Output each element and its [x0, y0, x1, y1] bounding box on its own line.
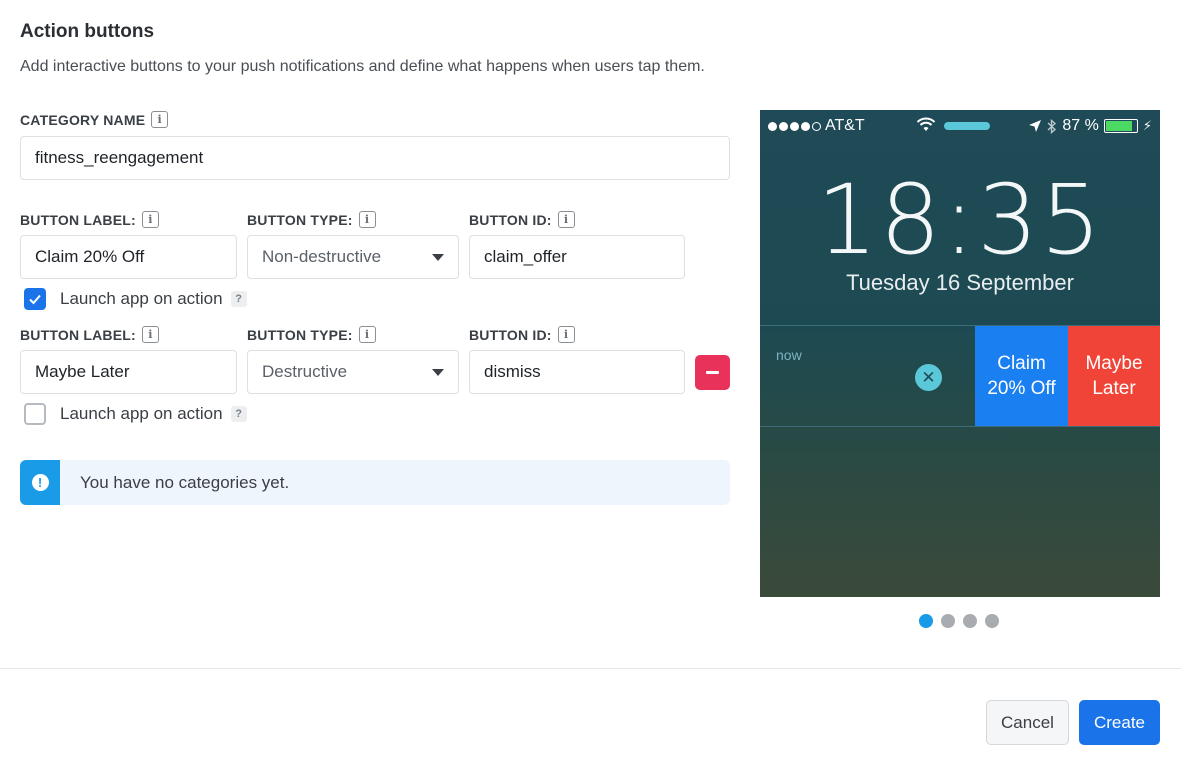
button-label-label-1: BUTTON LABEL: i [20, 211, 159, 228]
bluetooth-icon [1047, 118, 1057, 134]
info-icon[interactable]: i [141, 326, 159, 343]
charging-bolt-icon: ⚡ [1142, 118, 1152, 133]
chevron-down-icon [432, 369, 444, 376]
empty-categories-alert: ! You have no categories yet. [20, 460, 730, 505]
minus-icon [706, 371, 719, 374]
location-arrow-icon [1029, 120, 1042, 132]
action1-line2: 20% Off [987, 378, 1056, 399]
info-icon[interactable]: i [358, 326, 376, 343]
status-right: 87 % ⚡ [1028, 117, 1152, 135]
activity-pill [944, 122, 990, 130]
category-name-label-text: CATEGORY NAME [20, 111, 146, 128]
exclamation-icon: ! [31, 474, 49, 491]
cancel-button[interactable]: Cancel [986, 700, 1069, 745]
footer-divider [0, 668, 1181, 669]
status-bar: AT&T 87 % ⚡ [768, 117, 1152, 135]
button-type-label-2: BUTTON TYPE: i [247, 326, 376, 343]
alert-message: You have no categories yet. [80, 472, 290, 492]
action-button-claim[interactable]: Claim 20% Off [975, 326, 1068, 426]
launch-app-checkbox-2[interactable] [24, 403, 46, 425]
button-type-label-1: BUTTON TYPE: i [247, 211, 376, 228]
button-id-input-2[interactable]: dismiss [469, 350, 685, 394]
button-id-text: BUTTON ID: [469, 326, 552, 343]
category-name-label: CATEGORY NAME i [20, 111, 169, 128]
battery-icon [1103, 119, 1138, 133]
action-button-later[interactable]: Maybe Later [1068, 326, 1160, 426]
notification-preview: AT&T 87 % ⚡ 18:35 Tuesday 16 September n… [760, 110, 1160, 597]
info-icon[interactable]: i [151, 111, 169, 128]
pager-dot-4[interactable] [985, 614, 999, 628]
button-type-value: Destructive [262, 362, 348, 381]
notification-time: now [776, 347, 802, 363]
notification-card: now ✕ Claim 20% Off Maybe Later [760, 325, 1160, 427]
launch-app-row-1: Launch app on action ? [24, 288, 247, 310]
button-id-input-1[interactable]: claim_offer [469, 235, 685, 279]
button-type-select-1[interactable]: Non-destructive [247, 235, 459, 279]
button-label-text: BUTTON LABEL: [20, 326, 136, 343]
action2-line2: Later [1092, 378, 1136, 399]
button-type-text: BUTTON TYPE: [247, 326, 353, 343]
info-icon[interactable]: i [557, 326, 575, 343]
carrier-name: AT&T [825, 117, 865, 134]
info-icon[interactable]: i [141, 211, 159, 228]
lockscreen-date: Tuesday 16 September [846, 270, 1074, 295]
lockscreen-time: 18:35 [816, 164, 1104, 276]
remove-button-icon[interactable] [695, 355, 730, 390]
pager-dot-3[interactable] [963, 614, 977, 628]
section-title: Action buttons [20, 21, 155, 42]
battery-percent: 87 % [1062, 117, 1099, 134]
button-label-label-2: BUTTON LABEL: i [20, 326, 159, 343]
button-label-text: BUTTON LABEL: [20, 211, 136, 228]
create-button[interactable]: Create [1079, 700, 1160, 745]
info-icon[interactable]: i [557, 211, 575, 228]
preview-pager [919, 614, 999, 628]
section-description: Add interactive buttons to your push not… [20, 58, 705, 75]
pager-dot-2[interactable] [941, 614, 955, 628]
chevron-down-icon [432, 254, 444, 261]
button-id-text: BUTTON ID: [469, 211, 552, 228]
launch-app-label: Launch app on action [60, 289, 223, 308]
info-icon[interactable]: i [358, 211, 376, 228]
launch-app-label: Launch app on action [60, 404, 223, 423]
action2-line1: Maybe [1085, 353, 1143, 374]
close-icon[interactable]: ✕ [915, 364, 942, 391]
button-id-label-1: BUTTON ID: i [469, 211, 575, 228]
button-id-label-2: BUTTON ID: i [469, 326, 575, 343]
action1-line1: Claim [997, 353, 1046, 374]
checkmark-icon [29, 294, 41, 305]
button-type-select-2[interactable]: Destructive [247, 350, 459, 394]
button-label-input-1[interactable]: Claim 20% Off [20, 235, 237, 279]
button-type-text: BUTTON TYPE: [247, 211, 353, 228]
launch-app-checkbox-1[interactable] [24, 288, 46, 310]
help-icon[interactable]: ? [230, 406, 247, 422]
launch-app-row-2: Launch app on action ? [24, 403, 247, 425]
pager-dot-1[interactable] [919, 614, 933, 628]
signal-icon [768, 121, 821, 131]
button-label-input-2[interactable]: Maybe Later [20, 350, 237, 394]
help-icon[interactable]: ? [230, 291, 247, 307]
category-name-input[interactable]: fitness_reengagement [20, 136, 730, 180]
wifi-icon [916, 117, 936, 131]
button-type-value: Non-destructive [262, 247, 382, 266]
alert-bar: ! [20, 460, 60, 505]
